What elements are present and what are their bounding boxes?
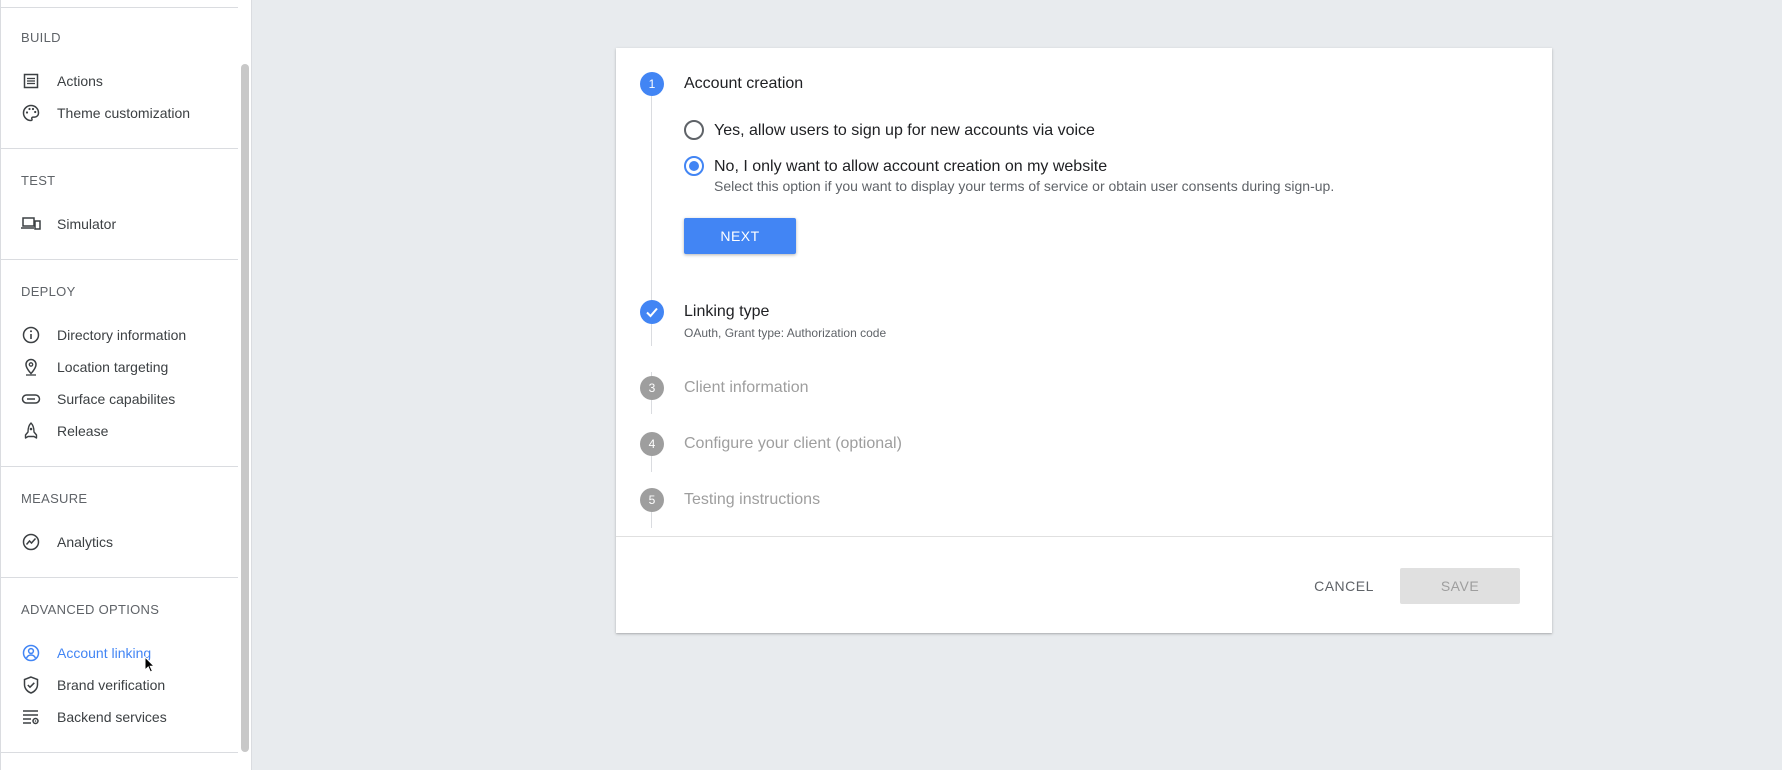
- sidebar-item-label: Backend services: [57, 709, 167, 725]
- step-5-indicator: 5: [640, 488, 664, 512]
- sidebar-item-label: Theme customization: [57, 105, 191, 121]
- section-title-measure: MEASURE: [21, 491, 88, 506]
- section-divider: [1, 259, 238, 260]
- sidebar-item-label: Simulator: [57, 216, 117, 232]
- location-pin-icon: [21, 358, 41, 376]
- mouse-cursor-icon: [144, 656, 156, 673]
- step-4-indicator: 4: [640, 432, 664, 456]
- palette-icon: [21, 104, 41, 122]
- sidebar-item-release[interactable]: Release: [1, 417, 238, 445]
- section-title-test: TEST: [21, 173, 56, 188]
- save-button[interactable]: SAVE: [1400, 568, 1520, 604]
- sidebar-item-backend-services[interactable]: Backend services: [1, 703, 238, 731]
- section-title-deploy: DEPLOY: [21, 284, 76, 299]
- radio-allow-voice-signup-label[interactable]: Yes, allow users to sign up for new acco…: [714, 122, 1095, 140]
- sidebar-top-divider: [1, 7, 238, 8]
- link-icon: [21, 391, 41, 407]
- check-icon: [646, 307, 658, 318]
- card-footer-divider: [616, 536, 1552, 537]
- sidebar-item-actions[interactable]: Actions: [1, 67, 238, 95]
- sidebar-item-directory-information[interactable]: Directory information: [1, 321, 238, 349]
- radio-website-only[interactable]: [684, 156, 704, 176]
- next-button[interactable]: NEXT: [684, 218, 796, 254]
- radio-allow-voice-signup[interactable]: [684, 120, 704, 140]
- rocket-icon: [21, 422, 41, 439]
- sidebar: BUILD Actions Theme customization TEST S…: [0, 0, 252, 770]
- step-1-title[interactable]: Account creation: [684, 75, 803, 93]
- sidebar-item-surface-capabilities[interactable]: Surface capabilites: [1, 385, 238, 413]
- sidebar-item-simulator[interactable]: Simulator: [1, 210, 238, 238]
- section-divider: [1, 577, 238, 578]
- radio-website-only-label[interactable]: No, I only want to allow account creatio…: [714, 158, 1107, 176]
- sidebar-item-brand-verification[interactable]: Brand verification: [1, 671, 238, 699]
- devices-icon: [21, 216, 41, 232]
- sidebar-item-label: Directory information: [57, 327, 187, 343]
- sidebar-item-account-linking[interactable]: Account linking: [1, 639, 238, 667]
- sidebar-item-label: Analytics: [57, 534, 114, 550]
- sidebar-item-label: Location targeting: [57, 359, 169, 375]
- step-1-indicator: 1: [640, 72, 664, 96]
- section-divider: [1, 148, 238, 149]
- account-linking-card: 1 Account creation Yes, allow users to s…: [616, 48, 1552, 633]
- verified-shield-icon: [21, 676, 41, 694]
- step-3-indicator: 3: [640, 376, 664, 400]
- step-3-title[interactable]: Client information: [684, 379, 809, 397]
- section-title-build: BUILD: [21, 30, 61, 45]
- section-title-advanced-options: ADVANCED OPTIONS: [21, 602, 160, 617]
- sidebar-item-location-targeting[interactable]: Location targeting: [1, 353, 238, 381]
- info-icon: [21, 326, 41, 344]
- sidebar-item-label: Brand verification: [57, 677, 166, 693]
- step-2-title[interactable]: Linking type: [684, 303, 769, 321]
- radio-website-only-hint: Select this option if you want to displa…: [714, 178, 1335, 194]
- section-divider: [1, 752, 238, 753]
- analytics-icon: [21, 533, 41, 551]
- sidebar-item-theme-customization[interactable]: Theme customization: [1, 99, 238, 127]
- step-4-title[interactable]: Configure your client (optional): [684, 435, 902, 453]
- settings-list-icon: [21, 709, 41, 725]
- sidebar-item-label: Surface capabilites: [57, 391, 176, 407]
- account-circle-icon: [21, 644, 41, 662]
- sidebar-scrollbar[interactable]: [241, 64, 249, 752]
- sidebar-item-label: Actions: [57, 73, 103, 89]
- sidebar-item-analytics[interactable]: Analytics: [1, 528, 238, 556]
- cancel-button[interactable]: CANCEL: [1296, 568, 1392, 604]
- step-2-subtitle: OAuth, Grant type: Authorization code: [684, 326, 887, 340]
- step-5-title[interactable]: Testing instructions: [684, 491, 820, 509]
- list-icon: [21, 73, 41, 89]
- sidebar-item-label: Release: [57, 423, 109, 439]
- section-divider: [1, 466, 238, 467]
- sidebar-item-label: Account linking: [57, 645, 152, 661]
- step-2-indicator: [640, 300, 664, 324]
